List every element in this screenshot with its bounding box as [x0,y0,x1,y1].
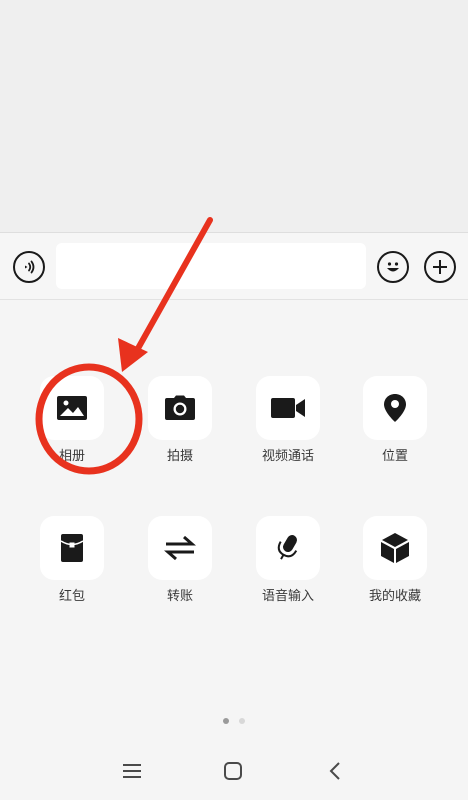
page-indicator [0,718,468,726]
tool-album-tile[interactable] [40,376,104,440]
tool-camera-label: 拍摄 [166,449,193,464]
smiley-icon [387,262,399,272]
chevron-left-icon [329,762,340,780]
tool-voice-input[interactable]: 语音输入 [243,516,333,605]
camera-icon [165,395,195,420]
red-packet-icon [60,534,84,562]
plus-icon [433,260,447,274]
page-dot-active[interactable] [223,718,229,724]
system-nav-bar [0,740,468,800]
voice-wave-icon [25,260,35,274]
tool-red-packet[interactable]: 红包 [27,516,117,605]
back-nav-button[interactable] [320,756,350,786]
tool-favorites[interactable]: 我的收藏 [350,516,440,605]
input-bar [0,232,468,300]
photo-album-icon [57,396,87,420]
home-nav-button[interactable] [218,756,248,786]
tool-red-packet-tile[interactable] [40,516,104,580]
chat-screen: 相册 拍摄 视频通话 位置 红包 转账 语音输入 我的收藏 [0,0,468,800]
tool-location-tile[interactable] [363,376,427,440]
tool-video-call-tile[interactable] [256,376,320,440]
page-dot[interactable] [239,718,245,724]
emoji-button[interactable] [377,251,409,283]
home-square-icon [224,762,242,780]
tool-transfer[interactable]: 转账 [135,516,225,605]
tool-video-call[interactable]: 视频通话 [243,376,333,465]
location-pin-icon [384,394,406,422]
menu-nav-button[interactable] [117,756,147,786]
tool-favorites-tile[interactable] [363,516,427,580]
tool-voice-input-label: 语音输入 [261,589,314,604]
voice-toggle-button[interactable] [13,251,45,283]
microphone-icon [277,535,298,560]
tool-transfer-tile[interactable] [148,516,212,580]
tool-album[interactable]: 相册 [27,376,117,465]
tool-red-packet-label: 红包 [58,589,85,604]
tool-location[interactable]: 位置 [350,376,440,465]
tool-voice-input-tile[interactable] [256,516,320,580]
menu-lines-icon [123,764,141,778]
more-tools-button[interactable] [424,251,456,283]
tool-video-call-label: 视频通话 [261,449,314,464]
tool-favorites-label: 我的收藏 [368,589,421,604]
transfer-arrows-icon [164,535,196,561]
tool-camera-tile[interactable] [148,376,212,440]
tool-location-label: 位置 [381,449,408,464]
message-area[interactable] [0,0,468,232]
tool-transfer-label: 转账 [166,589,193,604]
cube-favorites-icon [381,533,409,563]
video-camera-icon [271,398,305,418]
message-input[interactable] [56,243,366,289]
tool-camera[interactable]: 拍摄 [135,376,225,465]
tool-album-label: 相册 [58,449,85,464]
